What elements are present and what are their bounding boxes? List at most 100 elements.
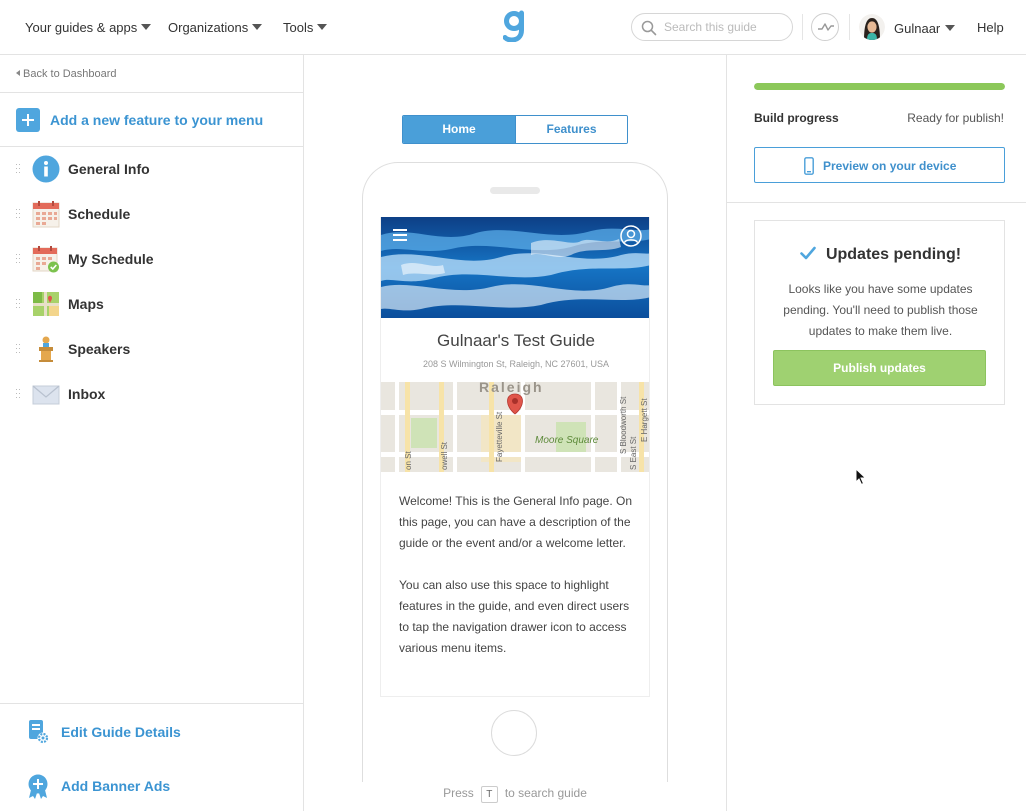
add-ribbon-icon bbox=[28, 774, 48, 799]
divider bbox=[727, 202, 1026, 203]
mouse-cursor-icon bbox=[855, 468, 867, 486]
sidebar-item-speakers[interactable]: Speakers bbox=[0, 327, 303, 372]
drag-handle-icon[interactable] bbox=[16, 209, 20, 219]
search-hint: Press Tto search guide bbox=[304, 786, 726, 803]
drag-handle-icon[interactable] bbox=[16, 389, 20, 399]
welcome-paragraph: You can also use this space to highlight… bbox=[399, 578, 630, 655]
sidebar-item-label: General Info bbox=[68, 161, 150, 177]
mobile-phone-icon bbox=[804, 157, 814, 175]
map-label-street: on St bbox=[404, 451, 413, 470]
map-icon bbox=[33, 292, 59, 316]
tab-home[interactable]: Home bbox=[403, 116, 515, 143]
chevron-down-icon bbox=[252, 24, 263, 30]
welcome-text: Welcome! This is the General Info page. … bbox=[399, 491, 635, 680]
map-label-street: S Bloodworth St bbox=[619, 396, 628, 454]
nav-label: Your guides & apps bbox=[25, 20, 138, 35]
nav-your-guides-menu[interactable]: Your guides & apps bbox=[25, 20, 152, 35]
top-navigation-bar: Your guides & apps Organizations Tools G… bbox=[0, 0, 1026, 55]
user-menu[interactable]: Gulnaar bbox=[894, 21, 956, 36]
keyboard-key: T bbox=[480, 786, 498, 803]
avatar[interactable] bbox=[859, 14, 885, 40]
divider bbox=[849, 14, 850, 40]
hint-suffix: to search guide bbox=[504, 786, 587, 800]
plus-icon bbox=[16, 108, 40, 132]
build-status: Ready for publish! bbox=[907, 111, 1004, 125]
preview-on-device-button[interactable]: Preview on your device bbox=[754, 147, 1005, 183]
search-icon bbox=[641, 20, 657, 36]
search-input[interactable] bbox=[664, 18, 786, 36]
build-progress-fill bbox=[754, 83, 1005, 90]
podium-icon bbox=[39, 336, 53, 362]
nav-label: Tools bbox=[283, 20, 314, 35]
nav-tools-menu[interactable]: Tools bbox=[283, 20, 328, 35]
nav-label: Organizations bbox=[168, 20, 249, 35]
sidebar-item-label: My Schedule bbox=[68, 251, 154, 267]
divider bbox=[0, 703, 303, 704]
search-box[interactable] bbox=[631, 13, 793, 41]
preview-tab-switcher: Home Features bbox=[402, 115, 628, 144]
map-label-street: E Hargett St bbox=[640, 398, 649, 442]
user-profile-icon[interactable] bbox=[620, 225, 642, 247]
nav-organizations-menu[interactable]: Organizations bbox=[168, 20, 263, 35]
phone-home-button bbox=[491, 710, 537, 756]
help-link[interactable]: Help bbox=[977, 20, 1004, 35]
publish-panel: Build progress Ready for publish! Previe… bbox=[726, 55, 1026, 811]
ocean-banner-image bbox=[381, 217, 649, 318]
sidebar-item-label: Schedule bbox=[68, 206, 131, 222]
pending-title-text: Updates pending! bbox=[825, 246, 962, 263]
guidebook-logo-icon[interactable] bbox=[503, 10, 527, 42]
phone-speaker bbox=[490, 187, 540, 194]
divider bbox=[802, 14, 803, 40]
drag-handle-icon[interactable] bbox=[16, 254, 20, 264]
user-name-label: Gulnaar bbox=[894, 21, 941, 36]
map-label-street: owell St bbox=[440, 441, 449, 470]
drag-handle-icon[interactable] bbox=[16, 299, 20, 309]
location-map[interactable]: Raleigh Fayetteville St owell St S Blood… bbox=[381, 379, 649, 472]
chevron-left-icon bbox=[16, 70, 20, 76]
build-progress-bar bbox=[754, 83, 1005, 90]
back-to-dashboard-link[interactable]: Back to Dashboard bbox=[16, 68, 117, 80]
map-label-street: Fayetteville St bbox=[495, 411, 504, 462]
activity-pulse-icon bbox=[818, 23, 834, 31]
calendar-check-icon bbox=[32, 246, 59, 273]
activity-button[interactable] bbox=[811, 13, 839, 41]
divider bbox=[0, 92, 303, 93]
navigation-drawer-icon[interactable] bbox=[393, 229, 407, 241]
add-feature-label: Add a new feature to your menu bbox=[50, 112, 264, 128]
updates-pending-card: Updates pending! Looks like you have som… bbox=[754, 220, 1005, 405]
sidebar-item-label: Inbox bbox=[68, 386, 106, 402]
sidebar-item-label: Speakers bbox=[68, 341, 131, 357]
guide-title: Gulnaar's Test Guide bbox=[437, 331, 595, 350]
chevron-down-icon bbox=[141, 24, 152, 30]
guide-address: 208 S Wilmington St, Raleigh, NC 27601, … bbox=[422, 359, 610, 369]
preview-label: Preview on your device bbox=[823, 159, 957, 173]
pending-description: Looks like you have some updates pending… bbox=[783, 282, 978, 338]
edit-guide-details-label: Edit Guide Details bbox=[61, 724, 181, 740]
build-progress-label: Build progress bbox=[754, 111, 839, 125]
drag-handle-icon[interactable] bbox=[16, 344, 20, 354]
envelope-icon bbox=[32, 385, 60, 405]
sidebar-item-maps[interactable]: Maps bbox=[0, 282, 303, 327]
drag-handle-icon[interactable] bbox=[16, 164, 20, 174]
updates-pending-title: Updates pending! bbox=[755, 246, 1006, 264]
publish-updates-button[interactable]: Publish updates bbox=[773, 350, 986, 386]
sidebar-item-schedule[interactable]: Schedule bbox=[0, 192, 303, 237]
sidebar-item-inbox[interactable]: Inbox bbox=[0, 372, 303, 417]
preview-panel: Home Features Gulnaar's Test Guide 208 S… bbox=[304, 55, 726, 811]
info-icon bbox=[32, 155, 60, 183]
guide-settings-icon bbox=[29, 720, 49, 744]
calendar-icon bbox=[32, 201, 60, 228]
sidebar-item-general-info[interactable]: General Info bbox=[0, 147, 303, 192]
map-tiles: Raleigh Fayetteville St owell St S Blood… bbox=[381, 379, 649, 472]
welcome-paragraph: Welcome! This is the General Info page. … bbox=[399, 494, 633, 550]
sidebar-item-label: Maps bbox=[68, 296, 104, 312]
phone-screen: Gulnaar's Test Guide 208 S Wilmington St… bbox=[380, 217, 650, 697]
map-label-city: Raleigh bbox=[479, 382, 544, 395]
hint-prefix: Press bbox=[443, 786, 474, 800]
tab-features[interactable]: Features bbox=[515, 116, 627, 143]
left-sidebar: Back to Dashboard Add a new feature to y… bbox=[0, 55, 304, 811]
phone-mockup: Gulnaar's Test Guide 208 S Wilmington St… bbox=[362, 162, 668, 782]
map-label-street: S East St bbox=[629, 436, 638, 470]
sidebar-item-my-schedule[interactable]: My Schedule bbox=[0, 237, 303, 282]
chevron-down-icon bbox=[317, 24, 328, 30]
